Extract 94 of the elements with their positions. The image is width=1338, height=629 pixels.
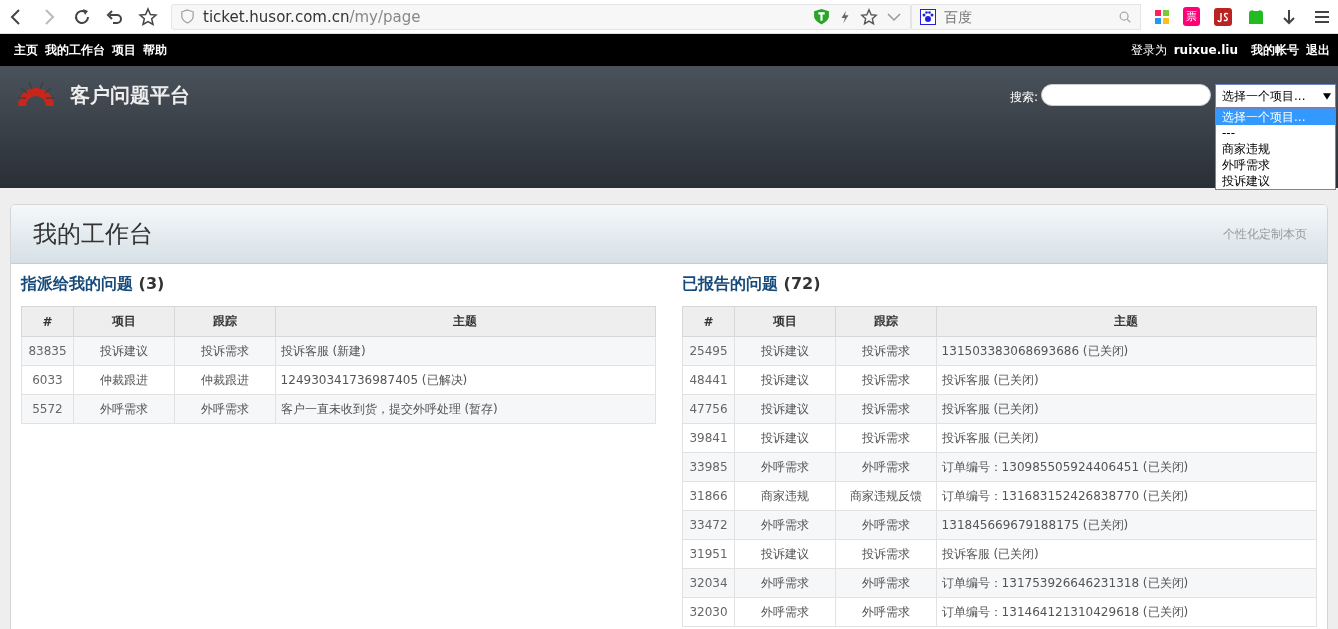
table-cell: 投诉需求 <box>835 394 937 424</box>
dropdown-option[interactable]: --- <box>1216 125 1335 141</box>
issue-id-link[interactable]: 39841 <box>682 423 735 453</box>
table-cell: 投诉建议 <box>734 423 836 453</box>
table-cell: 投诉建议 <box>73 336 175 366</box>
project-select[interactable]: 选择一个项目... <box>1215 84 1336 108</box>
table-cell: 外呼需求 <box>734 597 836 627</box>
issue-subject-link[interactable]: 客户一直未收到货，提交外呼处理 (暂存) <box>275 394 656 424</box>
top-menu-link[interactable]: 我的工作台 <box>45 41 105 59</box>
search-label: 搜索: <box>1009 89 1038 106</box>
shield-icon <box>180 9 195 24</box>
issue-id-link[interactable]: 31951 <box>682 539 735 569</box>
issue-id-link[interactable]: 33472 <box>682 510 735 540</box>
table-cell: 投诉建议 <box>734 336 836 366</box>
column-header[interactable]: 主题 <box>936 306 1317 337</box>
star-icon[interactable] <box>860 7 878 26</box>
table-cell: 投诉建议 <box>734 365 836 395</box>
caret-down-icon <box>1323 92 1331 100</box>
account-link[interactable]: 退出 <box>1306 41 1330 59</box>
table-cell: 商家违规 <box>734 481 836 511</box>
page-title: 我的工作台 <box>33 219 153 250</box>
table-cell: 投诉需求 <box>835 365 937 395</box>
user-link[interactable]: ruixue.liu <box>1173 43 1238 57</box>
table-cell: 外呼需求 <box>835 597 937 627</box>
js-icon[interactable] <box>1213 6 1233 27</box>
table-cell: 外呼需求 <box>174 394 276 424</box>
top-menu-link[interactable]: 项目 <box>112 41 136 59</box>
table-cell: 外呼需求 <box>835 568 937 598</box>
column-header[interactable]: # <box>21 306 74 337</box>
table-cell: 仲裁跟进 <box>174 365 276 395</box>
site-title: 客户问题平台 <box>70 82 190 109</box>
table-cell: 外呼需求 <box>734 568 836 598</box>
column-header[interactable]: 主题 <box>275 306 656 337</box>
issue-id-link[interactable]: 33985 <box>682 452 735 482</box>
table-cell: 投诉需求 <box>835 336 937 366</box>
issue-subject-link[interactable]: 订单编号：131683152426838770 (已关闭) <box>936 481 1317 511</box>
issue-subject-link[interactable]: 投诉客服 (已关闭) <box>936 539 1317 569</box>
column-header[interactable]: # <box>682 306 735 337</box>
grid-icon[interactable] <box>1154 8 1170 25</box>
issue-subject-link[interactable]: 投诉客服 (已关闭) <box>936 394 1317 424</box>
issue-id-link[interactable]: 31866 <box>682 481 735 511</box>
issue-subject-link[interactable]: 订单编号：131464121310429618 (已关闭) <box>936 597 1317 627</box>
panel-title-link[interactable]: 指派给我的问题 <box>21 274 133 293</box>
table-cell: 外呼需求 <box>73 394 175 424</box>
reload-icon[interactable] <box>72 6 92 27</box>
table-cell: 外呼需求 <box>734 452 836 482</box>
dropdown-option[interactable]: 商家违规 <box>1216 141 1335 157</box>
table-cell: 投诉需求 <box>835 423 937 453</box>
table-cell: 投诉需求 <box>174 336 276 366</box>
panel-title-link[interactable]: 已报告的问题 <box>682 274 778 293</box>
table-cell: 外呼需求 <box>835 452 937 482</box>
search-field[interactable]: 百度 <box>911 3 1141 30</box>
column-header[interactable]: 项目 <box>734 306 836 337</box>
top-menu-link[interactable]: 主页 <box>14 41 38 59</box>
account-link[interactable]: 我的帐号 <box>1251 41 1299 59</box>
issue-id-link[interactable]: 25495 <box>682 336 735 366</box>
column-header[interactable]: 项目 <box>73 306 175 337</box>
top-menu-link[interactable]: 帮助 <box>143 41 167 59</box>
table-cell: 商家违规反馈 <box>835 481 937 511</box>
paw-icon <box>920 8 936 25</box>
issue-id-link[interactable]: 5572 <box>21 394 74 424</box>
issue-id-link[interactable]: 48441 <box>682 365 735 395</box>
issue-count: (3) <box>138 274 165 293</box>
column-header[interactable]: 跟踪 <box>835 306 937 337</box>
dropdown-option[interactable]: 外呼需求 <box>1216 157 1335 173</box>
dropdown-option[interactable]: 投诉建议 <box>1216 173 1335 189</box>
issue-id-link[interactable]: 6033 <box>21 365 74 395</box>
issue-id-link[interactable]: 47756 <box>682 394 735 424</box>
extension-button[interactable]: 票 <box>1183 7 1200 26</box>
issue-subject-link[interactable]: 131845669679188175 (已关闭) <box>936 510 1317 540</box>
issue-count: (72) <box>783 274 821 293</box>
issue-id-link[interactable]: 83835 <box>21 336 74 366</box>
table-cell: 外呼需求 <box>835 510 937 540</box>
issue-subject-link[interactable]: 131503383068693686 (已关闭) <box>936 336 1317 366</box>
table-cell: 仲裁跟进 <box>73 365 175 395</box>
issue-subject-link[interactable]: 投诉客服 (新建) <box>275 336 656 366</box>
issue-subject-link[interactable]: 124930341736987405 (已解决) <box>275 365 656 395</box>
issue-subject-link[interactable]: 投诉客服 (已关闭) <box>936 365 1317 395</box>
address-bar[interactable]: ticket.husor.com.cn/my/page <box>171 3 911 30</box>
table-cell: 投诉建议 <box>734 394 836 424</box>
search-field[interactable] <box>1041 84 1211 106</box>
table-cell: 投诉建议 <box>734 539 836 569</box>
table-cell: 外呼需求 <box>734 510 836 540</box>
issue-id-link[interactable]: 32030 <box>682 597 735 627</box>
issue-id-link[interactable]: 32034 <box>682 568 735 598</box>
issue-subject-link[interactable]: 投诉客服 (已关闭) <box>936 423 1317 453</box>
shield-icon[interactable] <box>813 8 830 25</box>
issue-subject-link[interactable]: 订单编号：130985505924406451 (已关闭) <box>936 452 1317 482</box>
logged-in-label: 登录为 <box>1130 41 1167 59</box>
search-input[interactable]: 百度 <box>942 7 1112 26</box>
table-cell: 投诉需求 <box>835 539 937 569</box>
star-icon[interactable] <box>138 6 158 27</box>
issue-subject-link[interactable]: 订单编号：131753926646231318 (已关闭) <box>936 568 1317 598</box>
column-header[interactable]: 跟踪 <box>174 306 276 337</box>
